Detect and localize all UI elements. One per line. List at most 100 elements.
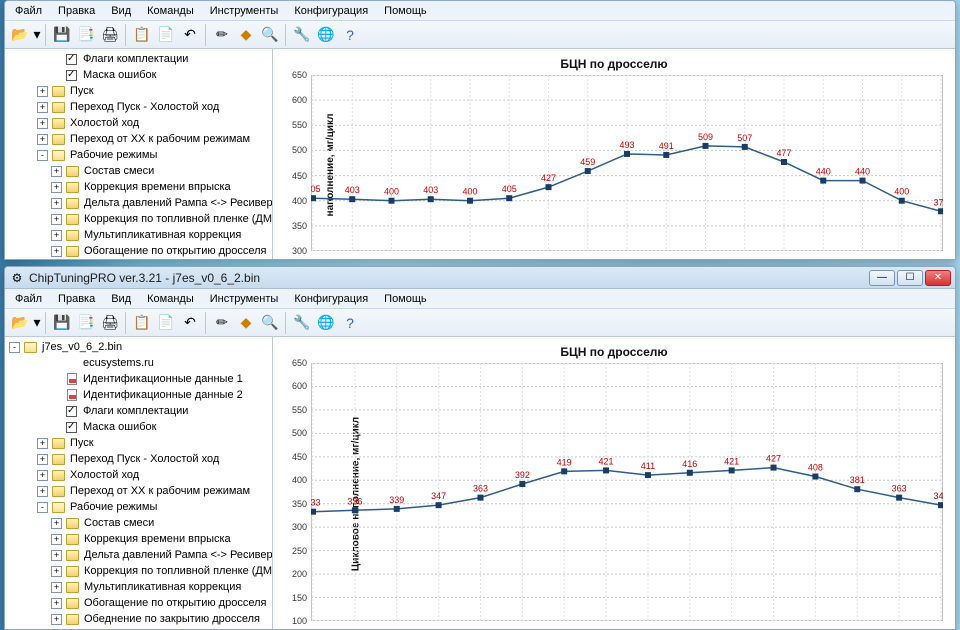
menu-help[interactable]: Помощь	[376, 3, 435, 19]
expand-icon[interactable]: +	[51, 518, 62, 529]
print-icon[interactable]: 🖨	[99, 312, 121, 334]
menu-edit[interactable]: Правка	[50, 3, 103, 19]
tree-item[interactable]: +Холостой ход	[5, 115, 272, 131]
expand-icon[interactable]: +	[51, 198, 62, 209]
paste-icon[interactable]: 📄	[155, 24, 177, 46]
expand-icon[interactable]: +	[37, 134, 48, 145]
expand-icon[interactable]: +	[51, 550, 62, 561]
undo-icon[interactable]: ↶	[179, 24, 201, 46]
paste-icon[interactable]: 📄	[155, 312, 177, 334]
zoom-icon[interactable]: 🔍	[259, 24, 281, 46]
save-icon[interactable]: 💾	[51, 24, 73, 46]
tree-item[interactable]: -Рабочие режимы	[5, 499, 272, 515]
tree-item[interactable]: +Переход Пуск - Холостой ход	[5, 451, 272, 467]
save-icon[interactable]: 💾	[51, 312, 73, 334]
tree-item[interactable]: +Обогащение по давлению (ДАД)	[5, 627, 272, 629]
expand-icon[interactable]: -	[37, 502, 48, 513]
undo-icon[interactable]: ↶	[179, 312, 201, 334]
tree-item[interactable]: -Рабочие режимы	[5, 147, 272, 163]
menu-config[interactable]: Конфигурация	[286, 291, 376, 307]
tree-item[interactable]: +Холостой ход	[5, 467, 272, 483]
tool2-icon[interactable]: 🌐	[315, 24, 337, 46]
tree-item[interactable]: +Мультипликативная коррекция	[5, 227, 272, 243]
menu-view[interactable]: Вид	[103, 3, 139, 19]
menu-help[interactable]: Помощь	[376, 291, 435, 307]
tree-item[interactable]: +Пуск	[5, 83, 272, 99]
tree-item[interactable]: ecusystems.ru	[5, 355, 272, 371]
select-icon[interactable]: ✏	[211, 24, 233, 46]
close-button[interactable]: ✕	[925, 270, 951, 286]
tree-item[interactable]: +Состав смеси	[5, 163, 272, 179]
menu-edit[interactable]: Правка	[50, 291, 103, 307]
menu-commands[interactable]: Команды	[139, 3, 202, 19]
menu-view[interactable]: Вид	[103, 291, 139, 307]
expand-icon[interactable]: +	[37, 118, 48, 129]
expand-icon[interactable]: +	[51, 166, 62, 177]
open-icon[interactable]: 📂	[9, 312, 31, 334]
saveall-icon[interactable]: 📑	[75, 24, 97, 46]
expand-icon[interactable]: +	[51, 246, 62, 257]
tree-item[interactable]: +Обеднение по закрытию дросселя	[5, 611, 272, 627]
tree-item[interactable]: +Переход от XX к рабочим режимам	[5, 131, 272, 147]
copy-icon[interactable]: 📋	[131, 312, 153, 334]
tree-item[interactable]: Флаги комплектации	[5, 403, 272, 419]
chart-area[interactable]: Цикловое наполнение, мг/цикл 10015020025…	[281, 363, 947, 625]
minimize-button[interactable]: —	[869, 270, 895, 286]
expand-icon[interactable]: +	[51, 582, 62, 593]
tree-item[interactable]: Маска ошибок	[5, 419, 272, 435]
expand-icon[interactable]: -	[9, 342, 20, 353]
tree-item[interactable]: +Дельта давлений Рампа <-> Ресивер	[5, 547, 272, 563]
maximize-button[interactable]: ☐	[897, 270, 923, 286]
tree-item[interactable]: Идентификационные данные 2	[5, 387, 272, 403]
expand-icon[interactable]: +	[51, 230, 62, 241]
info-icon[interactable]: ◆	[235, 312, 257, 334]
tree-panel[interactable]: -j7es_v0_6_2.binecusystems.ruИдентификац…	[5, 337, 273, 629]
menu-file[interactable]: Файл	[7, 3, 50, 19]
tool1-icon[interactable]: 🔧	[291, 312, 313, 334]
expand-icon[interactable]: +	[51, 214, 62, 225]
zoom-icon[interactable]: 🔍	[259, 312, 281, 334]
chart-area[interactable]: наполнение, мг/цикл 30035040045050055060…	[281, 75, 947, 255]
tree-item[interactable]: +Коррекция времени впрыска	[5, 531, 272, 547]
tree-item[interactable]: +Коррекция времени впрыска	[5, 179, 272, 195]
menu-tools[interactable]: Инструменты	[202, 291, 287, 307]
tree-item[interactable]: +Пуск	[5, 435, 272, 451]
menu-commands[interactable]: Команды	[139, 291, 202, 307]
tree-item[interactable]: +Мультипликативная коррекция	[5, 579, 272, 595]
expand-icon[interactable]: +	[37, 438, 48, 449]
tree-item[interactable]: +Состав смеси	[5, 515, 272, 531]
titlebar[interactable]: ⚙ ChipTuningPRO ver.3.21 - j7es_v0_6_2.b…	[5, 267, 955, 289]
info-icon[interactable]: ◆	[235, 24, 257, 46]
tree-item[interactable]: +Обогащение по открытию дросселя	[5, 243, 272, 259]
expand-icon[interactable]: +	[51, 566, 62, 577]
dropdown-icon[interactable]: ▾	[33, 24, 41, 46]
tool1-icon[interactable]: 🔧	[291, 24, 313, 46]
expand-icon[interactable]: +	[37, 470, 48, 481]
menu-file[interactable]: Файл	[7, 291, 50, 307]
expand-icon[interactable]: +	[37, 454, 48, 465]
tree-item[interactable]: +Переход от XX к рабочим режимам	[5, 483, 272, 499]
tool2-icon[interactable]: 🌐	[315, 312, 337, 334]
tree-item[interactable]: +Дельта давлений Рампа <-> Ресивер	[5, 195, 272, 211]
open-icon[interactable]: 📂	[9, 24, 31, 46]
tree-item[interactable]: Идентификационные данные 1	[5, 371, 272, 387]
tree-item[interactable]: Флаги комплектации	[5, 51, 272, 67]
copy-icon[interactable]: 📋	[131, 24, 153, 46]
expand-icon[interactable]: +	[51, 534, 62, 545]
tree-item[interactable]: Маска ошибок	[5, 67, 272, 83]
tree-panel[interactable]: Флаги комплектацииМаска ошибок+Пуск+Пере…	[5, 49, 273, 259]
help-icon[interactable]: ?	[339, 312, 361, 334]
menu-tools[interactable]: Инструменты	[202, 3, 287, 19]
tree-item[interactable]: -j7es_v0_6_2.bin	[5, 339, 272, 355]
tree-item[interactable]: +Коррекция по топливной пленке (ДМРВ)	[5, 211, 272, 227]
expand-icon[interactable]: +	[51, 182, 62, 193]
select-icon[interactable]: ✏	[211, 312, 233, 334]
help-icon[interactable]: ?	[339, 24, 361, 46]
tree-item[interactable]: +Обогащение по открытию дросселя	[5, 595, 272, 611]
tree-item[interactable]: +Переход Пуск - Холостой ход	[5, 99, 272, 115]
expand-icon[interactable]: +	[37, 486, 48, 497]
expand-icon[interactable]: +	[37, 102, 48, 113]
expand-icon[interactable]: +	[37, 86, 48, 97]
expand-icon[interactable]: +	[51, 598, 62, 609]
dropdown-icon[interactable]: ▾	[33, 312, 41, 334]
